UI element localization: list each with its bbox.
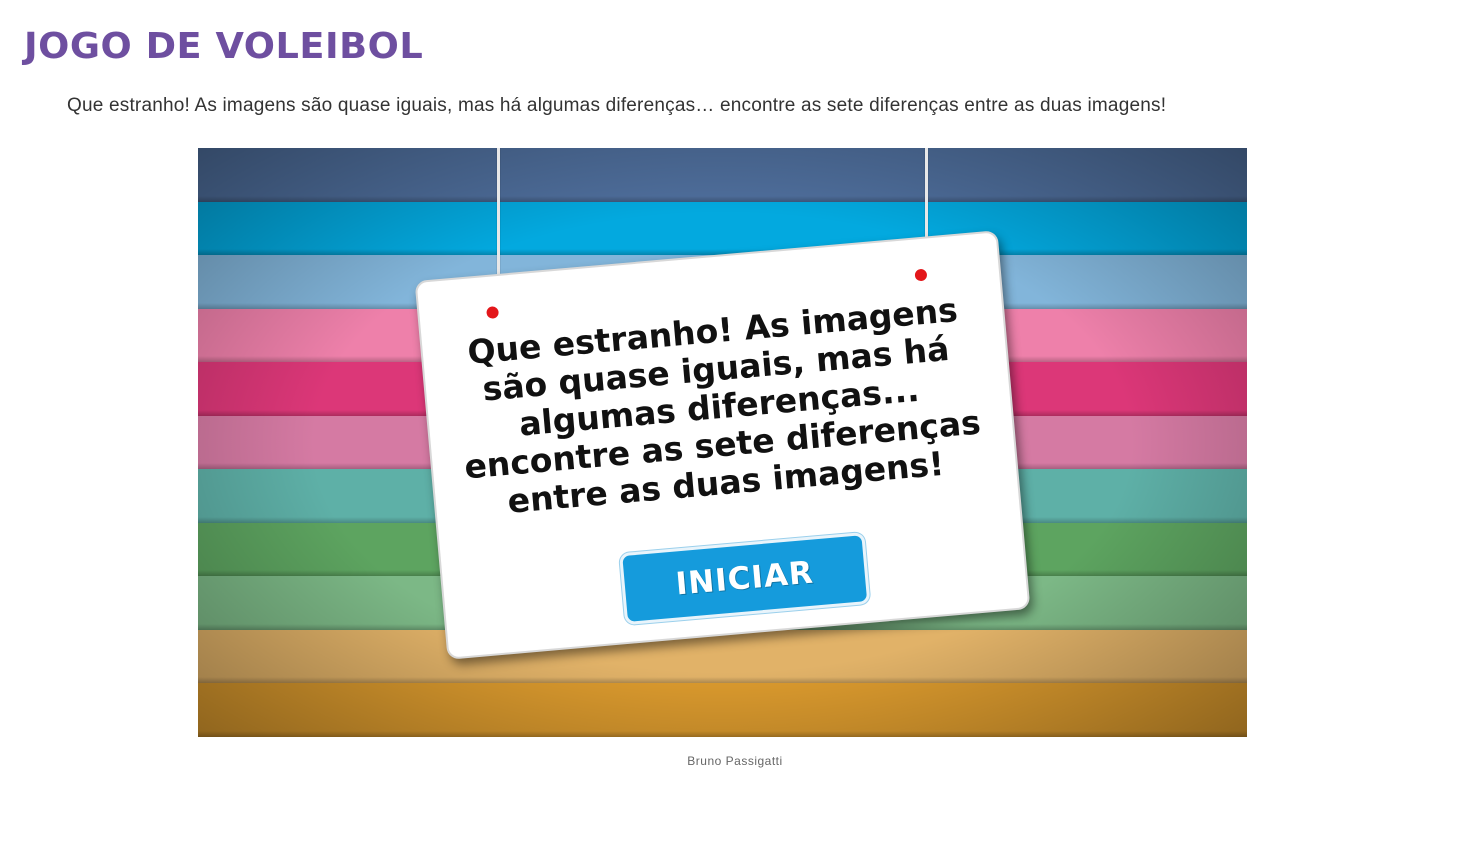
background-stripe <box>198 201 1247 256</box>
background-stripe <box>198 629 1247 684</box>
board-hole-right <box>914 268 928 282</box>
game-frame[interactable]: Que estranho! As imagens são quase iguai… <box>198 148 1247 737</box>
message-board: Que estranho! As imagens são quase iguai… <box>414 230 1031 660</box>
board-hole-left <box>486 306 500 320</box>
background-stripe <box>198 148 1247 202</box>
image-credit: Bruno Passigatti <box>687 754 783 768</box>
hanging-string-right <box>925 148 928 248</box>
background-stripe <box>198 683 1247 737</box>
page-intro-text: Que estranho! As imagens são quase iguai… <box>67 95 1167 116</box>
page-title: JOGO DE VOLEIBOL <box>24 26 424 67</box>
board-message: Que estranho! As imagens são quase iguai… <box>462 290 983 521</box>
start-button[interactable]: INICIAR <box>619 531 871 626</box>
hanging-string-left <box>497 148 500 286</box>
